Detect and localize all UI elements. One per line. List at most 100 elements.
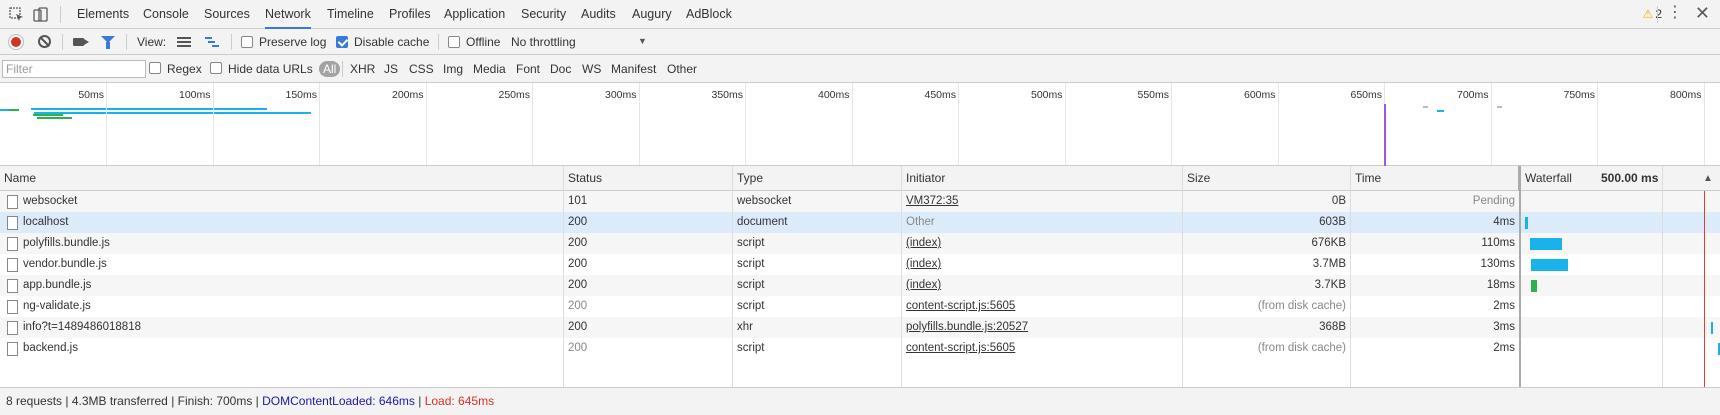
- filter-type-manifest[interactable]: Manifest: [611, 62, 656, 76]
- request-initiator[interactable]: (index): [902, 275, 1182, 296]
- hide-data-urls-checkbox[interactable]: [210, 62, 222, 74]
- tab-elements[interactable]: Elements: [77, 0, 129, 29]
- regex-checkbox[interactable]: [149, 62, 161, 74]
- request-initiator[interactable]: (index): [902, 233, 1182, 254]
- filter-type-all[interactable]: All: [319, 61, 341, 77]
- request-initiator[interactable]: (index): [902, 254, 1182, 275]
- tab-sources[interactable]: Sources: [204, 0, 250, 29]
- request-row[interactable]: vendor.bundle.js 200 script (index) 3.7MB 130…: [0, 254, 1720, 275]
- device-toolbar-icon[interactable]: [33, 7, 49, 23]
- requests-table-body: websocket 101 websocket VM372:35 0B Pending lo…: [0, 191, 1720, 387]
- column-header-initiator[interactable]: Initiator: [902, 166, 1183, 191]
- filter-input[interactable]: [2, 60, 146, 78]
- request-size: (from disk cache): [1257, 342, 1346, 354]
- load-time: Load: 645ms: [424, 394, 495, 408]
- overview-grid-line: [532, 83, 533, 165]
- column-header-size[interactable]: Size: [1183, 166, 1351, 191]
- tab-audits[interactable]: Audits: [581, 0, 616, 29]
- tab-console[interactable]: Console: [143, 0, 189, 29]
- network-overview[interactable]: 50ms 100ms 150ms 200ms 250ms 300ms 350ms 400ms 4…: [0, 83, 1720, 166]
- filter-type-font[interactable]: Font: [516, 62, 540, 76]
- overview-bar: [9, 109, 19, 111]
- request-status: 200: [568, 342, 588, 354]
- request-row[interactable]: polyfills.bundle.js 200 script (index) 676KB…: [0, 233, 1720, 254]
- request-initiator[interactable]: content-script.js:5605: [902, 338, 1182, 359]
- record-button[interactable]: [9, 35, 23, 49]
- more-options-icon[interactable]: ⋮: [1667, 5, 1683, 21]
- request-type: script: [737, 300, 765, 312]
- disable-cache-checkbox[interactable]: [336, 36, 348, 48]
- overview-grid-line: [1277, 83, 1279, 165]
- filter-type-img[interactable]: Img: [443, 62, 463, 76]
- request-row[interactable]: localhost 200 document Other 603B 4ms: [0, 212, 1720, 233]
- overview-tick-label: 150ms: [285, 89, 317, 101]
- tab-network[interactable]: Network: [265, 0, 311, 29]
- preserve-log-checkbox[interactable]: [241, 36, 253, 48]
- request-type: xhr: [737, 321, 753, 333]
- filter-type-other[interactable]: Other: [667, 62, 697, 76]
- overview-grid-line: [745, 83, 746, 165]
- tab-augury[interactable]: Augury: [632, 0, 672, 29]
- inspect-element-icon[interactable]: [9, 7, 25, 23]
- network-status-bar: 8 requests | 4.3MB transferred | Finish:…: [0, 387, 1720, 415]
- request-initiator: Other: [906, 216, 935, 228]
- request-row[interactable]: websocket 101 websocket VM372:35 0B Pending: [0, 191, 1720, 212]
- request-row[interactable]: info?t=1489486018818 200 xhr polyfills.bund…: [0, 317, 1720, 338]
- overview-tick-label: 350ms: [711, 89, 743, 101]
- overview-bar: [1497, 106, 1502, 108]
- waterfall-bar: [1525, 217, 1528, 229]
- tab-timeline[interactable]: Timeline: [327, 0, 374, 29]
- tab-adblock[interactable]: AdBlock: [686, 0, 732, 29]
- filter-type-css[interactable]: CSS: [409, 62, 434, 76]
- column-header-time[interactable]: Time: [1351, 166, 1520, 191]
- file-icon: [7, 216, 18, 230]
- request-name: ng-validate.js: [23, 300, 91, 312]
- chevron-down-icon[interactable]: ▼: [638, 36, 647, 46]
- filter-type-doc[interactable]: Doc: [550, 62, 571, 76]
- column-header-name[interactable]: Name: [0, 166, 564, 191]
- overview-tick-label: 100ms: [178, 89, 211, 101]
- request-type: document: [737, 216, 788, 228]
- request-row[interactable]: backend.js 200 script content-script.js:560…: [0, 338, 1720, 359]
- filter-type-js[interactable]: JS: [384, 62, 398, 76]
- dom-content-loaded-marker: [1384, 104, 1386, 166]
- tab-profiles[interactable]: Profiles: [389, 0, 431, 29]
- request-initiator[interactable]: polyfills.bundle.js:20527: [902, 317, 1182, 338]
- request-type: script: [737, 279, 765, 291]
- overview-icon[interactable]: [205, 36, 219, 48]
- file-icon: [7, 258, 18, 272]
- large-rows-icon[interactable]: [177, 37, 191, 47]
- overview-tick-label: 750ms: [1563, 89, 1595, 101]
- overview-bar: [1437, 110, 1444, 112]
- warnings-counter[interactable]: ⚠ 2: [1643, 7, 1662, 21]
- request-status: 200: [568, 258, 588, 270]
- column-header-waterfall[interactable]: Waterfall 500.00 ms ▲: [1521, 166, 1720, 191]
- close-icon[interactable]: ✕: [1695, 4, 1710, 22]
- request-row[interactable]: ng-validate.js 200 script content-script.js…: [0, 296, 1720, 317]
- tab-security[interactable]: Security: [521, 0, 566, 29]
- overview-tick-label: 400ms: [817, 89, 850, 101]
- offline-checkbox[interactable]: [448, 36, 460, 48]
- request-name: polyfills.bundle.js: [23, 237, 110, 249]
- column-header-type[interactable]: Type: [733, 166, 902, 191]
- file-icon: [7, 237, 18, 251]
- column-header-status[interactable]: Status: [564, 166, 733, 191]
- disable-cache-label: Disable cache: [354, 35, 430, 49]
- capture-screenshots-icon[interactable]: [73, 38, 89, 46]
- filter-type-media[interactable]: Media: [473, 62, 506, 76]
- tab-application[interactable]: Application: [444, 0, 505, 29]
- filter-icon[interactable]: [101, 36, 115, 49]
- clear-button[interactable]: [38, 35, 51, 48]
- request-time: 18ms: [1486, 279, 1515, 291]
- request-initiator[interactable]: VM372:35: [902, 191, 1182, 212]
- request-initiator[interactable]: content-script.js:5605: [902, 296, 1182, 317]
- column-divider: [1182, 166, 1183, 387]
- filter-type-ws[interactable]: WS: [582, 62, 601, 76]
- file-icon: [7, 300, 18, 314]
- request-row[interactable]: app.bundle.js 200 script (index) 3.7KB 18ms: [0, 275, 1720, 296]
- sort-ascending-icon[interactable]: ▲: [1703, 166, 1713, 191]
- request-status: 200: [568, 216, 588, 228]
- throttling-select[interactable]: No throttling: [511, 35, 576, 49]
- filter-type-xhr[interactable]: XHR: [350, 62, 375, 76]
- overview-grid-line: [851, 83, 853, 165]
